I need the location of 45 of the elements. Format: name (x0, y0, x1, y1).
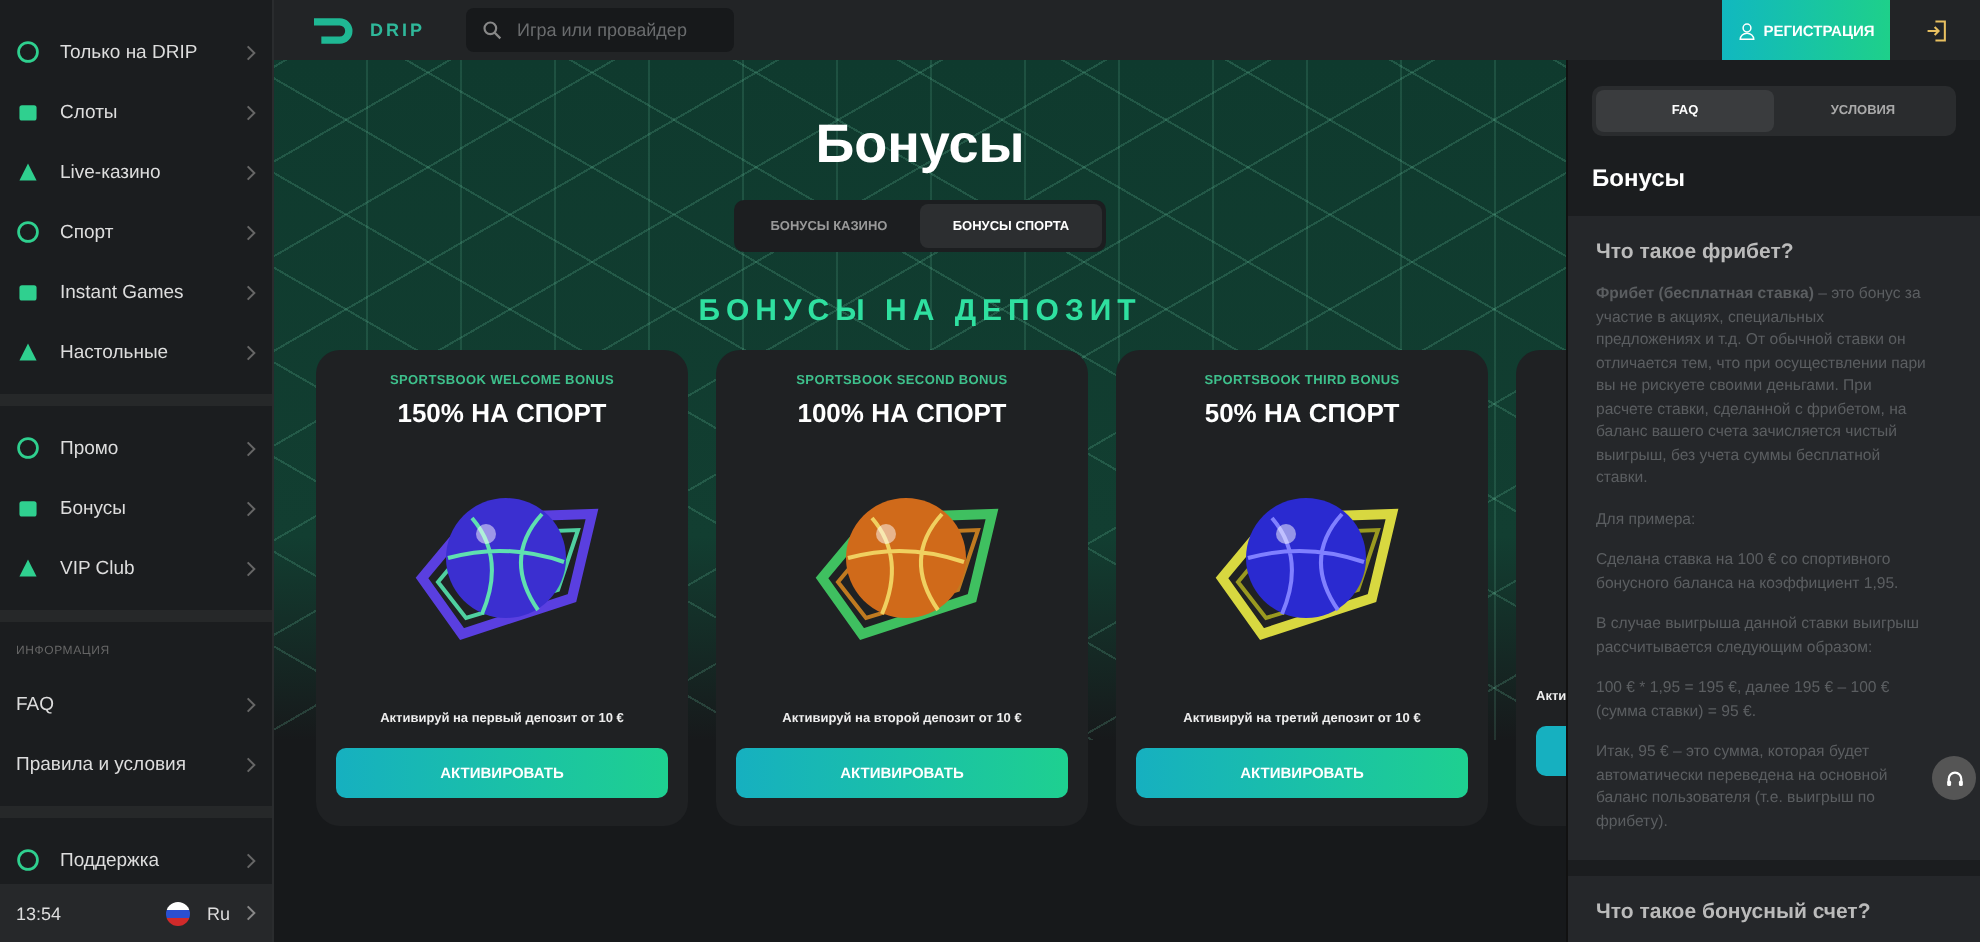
chevron-right-icon (246, 439, 256, 457)
sidebar-item[interactable]: Слоты (0, 82, 272, 142)
activate-button[interactable] (1536, 726, 1566, 776)
chevron-right-icon (246, 103, 256, 121)
sidebar-item[interactable]: Спорт (0, 202, 272, 262)
search-field[interactable]: Игра или провайдер (465, 8, 734, 52)
faq-question: Что такое фрибет? (1596, 240, 1796, 264)
bonus-title: 50% НА СПОРТ (1204, 398, 1400, 428)
chevron-right-icon (246, 559, 256, 577)
sidebar-item[interactable]: Только на DRIP (0, 22, 272, 82)
page-title: Бонусы (815, 114, 1025, 174)
flag-icon[interactable] (166, 901, 191, 925)
search-icon (481, 20, 502, 40)
sidebar-item[interactable]: Бонусы (0, 478, 272, 538)
clock-time: 13:54 (16, 903, 64, 923)
chevron-right-icon (246, 755, 256, 773)
sidebar-item[interactable]: VIP Club (0, 538, 272, 598)
login-icon[interactable] (1926, 19, 1948, 41)
chevron-right-icon (246, 223, 256, 241)
chevron-right-icon (246, 343, 256, 361)
chevron-right-icon (246, 163, 256, 181)
sidebar-item[interactable]: FAQ (0, 674, 272, 734)
chevron-right-icon (246, 499, 256, 517)
sidebar-item[interactable]: Промо (0, 418, 272, 478)
bonus-title: 150% НА СПОРТ (397, 398, 607, 428)
chevron-right-icon (246, 851, 256, 869)
chevron-right-icon (246, 695, 256, 713)
sidebar-item[interactable]: Поддержка (0, 830, 272, 884)
section-heading: БОНУСЫ НА ДЕПОЗИТ (698, 294, 1142, 330)
logo-text[interactable]: DRIP (370, 20, 426, 40)
bonus-title: 100% НА СПОРТ (797, 398, 1007, 428)
sidebar-item[interactable]: Live-казино (0, 142, 272, 202)
support-button[interactable] (1932, 756, 1976, 800)
chevron-right-icon[interactable] (246, 904, 256, 922)
headset-icon (1943, 767, 1965, 789)
language-selector[interactable]: Ru (206, 903, 230, 923)
faq-question: Что такое бонусный счет? (1596, 900, 1873, 924)
sidebar-item[interactable]: Instant Games (0, 262, 272, 322)
chevron-right-icon (246, 43, 256, 61)
sidebar-item[interactable]: Настольные (0, 322, 272, 382)
chevron-right-icon (246, 283, 256, 301)
panel-title: Бонусы (1592, 164, 1687, 192)
logo-icon[interactable] (314, 15, 358, 45)
user-icon (1737, 21, 1756, 39)
sidebar-item[interactable]: Правила и условия (0, 734, 272, 794)
